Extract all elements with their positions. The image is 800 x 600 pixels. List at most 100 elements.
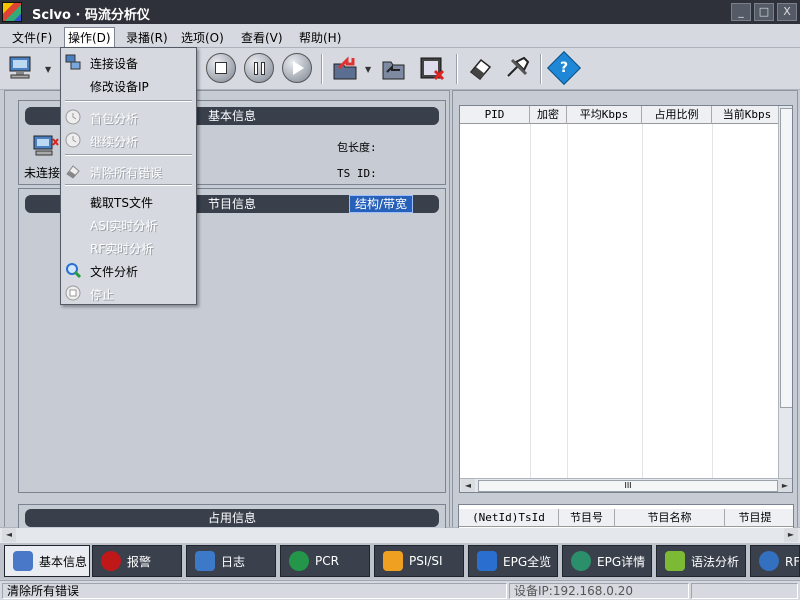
epg-icon bbox=[477, 551, 497, 571]
app-logo-icon bbox=[2, 2, 22, 22]
stop-icon bbox=[206, 53, 236, 83]
menu-item-continue-analysis: 继续分析 bbox=[61, 129, 196, 151]
open-button[interactable] bbox=[378, 52, 410, 84]
tab-bar: 基本信息 报警 日志 PCR PSI/SI EPG全览 EPG详情 语法分析 R… bbox=[0, 543, 800, 579]
magnifier-icon bbox=[66, 263, 81, 278]
scroll-thumb[interactable] bbox=[780, 108, 792, 408]
help-button[interactable]: ? bbox=[547, 51, 581, 85]
grid-icon bbox=[665, 551, 685, 571]
tab-log[interactable]: 日志 bbox=[186, 545, 276, 577]
menu-record[interactable]: 录播(R) bbox=[123, 28, 171, 47]
maximize-button[interactable]: □ bbox=[754, 3, 774, 21]
program-table[interactable]: (NetId)TsId 节目号 节目名称 节目提 bbox=[458, 504, 794, 528]
eraser-icon bbox=[66, 165, 80, 179]
tab-alarm[interactable]: 报警 bbox=[92, 545, 182, 577]
tools-button[interactable] bbox=[502, 52, 534, 84]
network-icon bbox=[65, 54, 81, 70]
tab-syntax-analysis[interactable]: 语法分析 bbox=[656, 545, 746, 577]
pid-column-header[interactable]: PID bbox=[460, 106, 530, 124]
menu-item-first-analysis: 首包分析 bbox=[61, 106, 196, 128]
tab-epg-overview[interactable]: EPG全览 bbox=[468, 545, 558, 577]
connection-status: 未连接 bbox=[24, 166, 61, 180]
menu-separator bbox=[65, 184, 192, 186]
pid-table[interactable]: PID 加密 平均Kbps 占用比例 当前Kbps ◄ III ► bbox=[459, 105, 793, 493]
pause-icon bbox=[244, 53, 274, 83]
usage-info-header: 占用信息 bbox=[25, 509, 439, 527]
app-window: Sclvo · 码流分析仪 _ □ X 文件(F) 操作(D) 录播(R) 选项… bbox=[0, 0, 800, 600]
scroll-h-thumb[interactable]: III bbox=[478, 480, 778, 492]
encrypt-column-header[interactable]: 加密 bbox=[530, 106, 567, 124]
pid-table-header: PID 加密 平均Kbps 占用比例 当前Kbps bbox=[460, 106, 780, 124]
tag-icon bbox=[383, 551, 403, 571]
menu-operation[interactable]: 操作(D) bbox=[64, 27, 115, 48]
netid-tsid-column-header[interactable]: (NetId)TsId bbox=[459, 509, 559, 527]
import-button[interactable] bbox=[329, 52, 361, 84]
menu-help[interactable]: 帮助(H) bbox=[296, 28, 344, 47]
tab-label: PSI/SI bbox=[409, 554, 443, 568]
log-icon bbox=[195, 551, 215, 571]
connect-button[interactable] bbox=[6, 52, 38, 84]
grid-line bbox=[712, 124, 713, 492]
film-icon bbox=[420, 57, 445, 81]
main-hscroll[interactable]: ◄ ► bbox=[0, 527, 800, 543]
tab-label: EPG全览 bbox=[503, 554, 552, 569]
grid-line bbox=[642, 124, 643, 492]
tab-psi-si[interactable]: PSI/SI bbox=[374, 545, 464, 577]
scroll-left-arrow[interactable]: ◄ bbox=[461, 479, 475, 492]
connect-dropdown-arrow-icon[interactable]: ▼ bbox=[45, 65, 51, 74]
menu-item-file-analysis[interactable]: 文件分析 bbox=[61, 259, 196, 281]
current-kbps-column-header[interactable]: 当前Kbps bbox=[712, 106, 782, 124]
status-extra bbox=[691, 583, 798, 599]
tab-label: EPG详情 bbox=[597, 554, 646, 569]
tab-label: 报警 bbox=[127, 554, 152, 569]
erase-button[interactable] bbox=[464, 52, 496, 84]
menu-view[interactable]: 查看(V) bbox=[238, 28, 286, 47]
grid-line bbox=[530, 124, 531, 492]
record-button[interactable] bbox=[416, 52, 448, 84]
menu-separator bbox=[65, 154, 192, 156]
tab-label: RF分 bbox=[785, 554, 800, 569]
tab-epg-detail[interactable]: EPG详情 bbox=[562, 545, 652, 577]
menu-item-stop: 停止 bbox=[61, 282, 196, 304]
tab-rf-analysis[interactable]: RF分 bbox=[750, 545, 800, 577]
menu-options[interactable]: 选项(O) bbox=[178, 28, 227, 47]
minimize-button[interactable]: _ bbox=[731, 3, 751, 21]
window-title: Sclvo · 码流分析仪 bbox=[32, 8, 150, 23]
ratio-column-header[interactable]: 占用比例 bbox=[642, 106, 712, 124]
avg-kbps-column-header[interactable]: 平均Kbps bbox=[567, 106, 642, 124]
clock-icon bbox=[65, 132, 81, 148]
right-frame: PID 加密 平均Kbps 占用比例 当前Kbps ◄ III ► bbox=[452, 90, 798, 528]
pause-button[interactable] bbox=[243, 52, 275, 84]
menu-item-clear-errors: 清除所有错误 bbox=[61, 160, 196, 182]
menu-item-modify-ip[interactable]: 修改设备IP bbox=[61, 74, 196, 96]
pid-table-vscroll[interactable] bbox=[778, 106, 792, 478]
import-dropdown-arrow-icon[interactable]: ▼ bbox=[365, 65, 371, 74]
clock-icon bbox=[65, 109, 81, 125]
device-ip-status: 设备IP:192.168.0.20 bbox=[509, 583, 689, 599]
tab-basic-info[interactable]: 基本信息 bbox=[4, 545, 90, 577]
tab-pcr[interactable]: PCR bbox=[280, 545, 370, 577]
play-icon bbox=[282, 53, 312, 83]
program-number-column-header[interactable]: 节目号 bbox=[559, 509, 615, 527]
tab-label: 日志 bbox=[221, 554, 246, 569]
program-name-column-header[interactable]: 节目名称 bbox=[615, 509, 725, 527]
main-scroll-left-arrow[interactable]: ◄ bbox=[2, 528, 16, 542]
menu-item-connect-device[interactable]: 连接设备 bbox=[61, 51, 196, 73]
tab-label: 基本信息 bbox=[39, 554, 88, 569]
toolbar-separator bbox=[456, 54, 458, 84]
folder-arrow-icon bbox=[333, 56, 357, 80]
structure-bandwidth-button[interactable]: 结构/带宽 bbox=[349, 195, 413, 213]
usage-info-panel: 占用信息 bbox=[18, 504, 446, 528]
menu-item-capture-ts[interactable]: 截取TS文件 bbox=[61, 190, 196, 212]
close-button[interactable]: X bbox=[777, 3, 797, 21]
program-extra-column-header[interactable]: 节目提 bbox=[725, 509, 785, 527]
play-button[interactable] bbox=[281, 52, 313, 84]
menu-file[interactable]: 文件(F) bbox=[9, 28, 55, 47]
toolbar-separator bbox=[321, 54, 323, 84]
disconnected-computer-icon bbox=[33, 135, 59, 156]
scroll-right-arrow[interactable]: ► bbox=[778, 479, 792, 492]
pid-table-hscroll[interactable]: ◄ III ► bbox=[460, 478, 792, 492]
stop-button[interactable] bbox=[205, 52, 237, 84]
main-scroll-right-arrow[interactable]: ► bbox=[784, 528, 798, 542]
tab-label: PCR bbox=[315, 554, 339, 568]
